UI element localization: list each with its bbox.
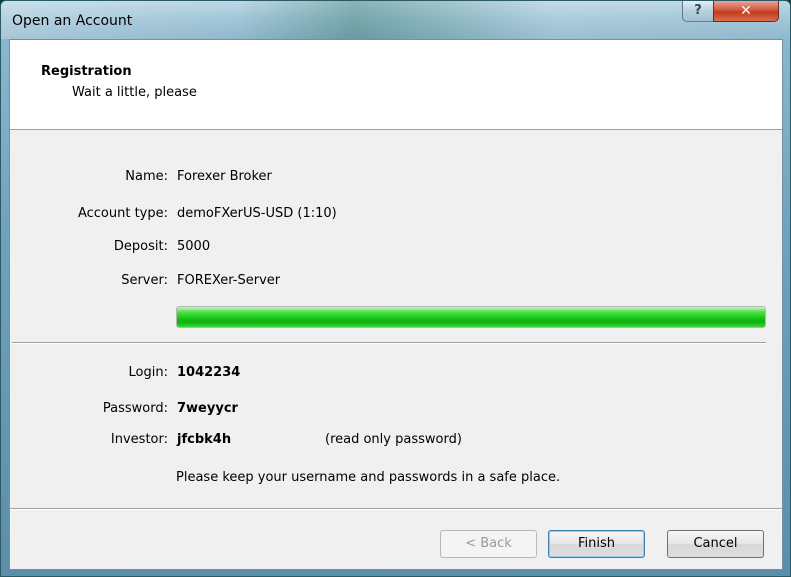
- safety-note: Please keep your username and passwords …: [176, 470, 561, 485]
- deposit-label: Deposit:: [113, 239, 168, 254]
- cancel-button[interactable]: Cancel: [667, 530, 764, 558]
- close-button[interactable]: ✕: [713, 1, 779, 22]
- wizard-header: Registration Wait a little, please: [10, 40, 782, 130]
- investor-note: (read only password): [325, 432, 462, 447]
- footer-divider: [10, 508, 782, 510]
- finish-button[interactable]: Finish: [548, 530, 645, 558]
- name-value: Forexer Broker: [177, 169, 272, 184]
- server-label: Server:: [121, 273, 168, 288]
- page-subtitle: Wait a little, please: [72, 85, 197, 100]
- password-value: 7weyycr: [177, 401, 238, 416]
- help-button[interactable]: ?: [682, 1, 714, 22]
- server-value: FOREXer-Server: [177, 273, 281, 288]
- account-type-value: demoFXerUS-USD (1:10): [177, 206, 337, 221]
- investor-label: Investor:: [110, 432, 168, 447]
- window-title: Open an Account: [12, 13, 133, 29]
- dialog-body: Registration Wait a little, please Name:…: [9, 39, 783, 570]
- name-label: Name:: [125, 169, 168, 184]
- login-value: 1042234: [177, 365, 241, 380]
- open-account-dialog: Open an Account ? ✕ Registration Wait a …: [0, 0, 791, 577]
- title-bar[interactable]: Open an Account ? ✕: [1, 1, 790, 39]
- account-type-label: Account type:: [77, 206, 168, 221]
- login-label: Login:: [128, 365, 168, 380]
- deposit-value: 5000: [177, 239, 211, 254]
- close-icon: ✕: [740, 3, 752, 19]
- password-label: Password:: [102, 401, 168, 416]
- page-title: Registration: [41, 64, 132, 79]
- divider: [12, 342, 766, 344]
- help-icon: ?: [694, 3, 702, 18]
- back-button[interactable]: < Back: [440, 530, 537, 558]
- registration-progress-bar: [176, 306, 766, 328]
- progress-fill: [177, 307, 765, 327]
- investor-value: jfcbk4h: [177, 432, 232, 447]
